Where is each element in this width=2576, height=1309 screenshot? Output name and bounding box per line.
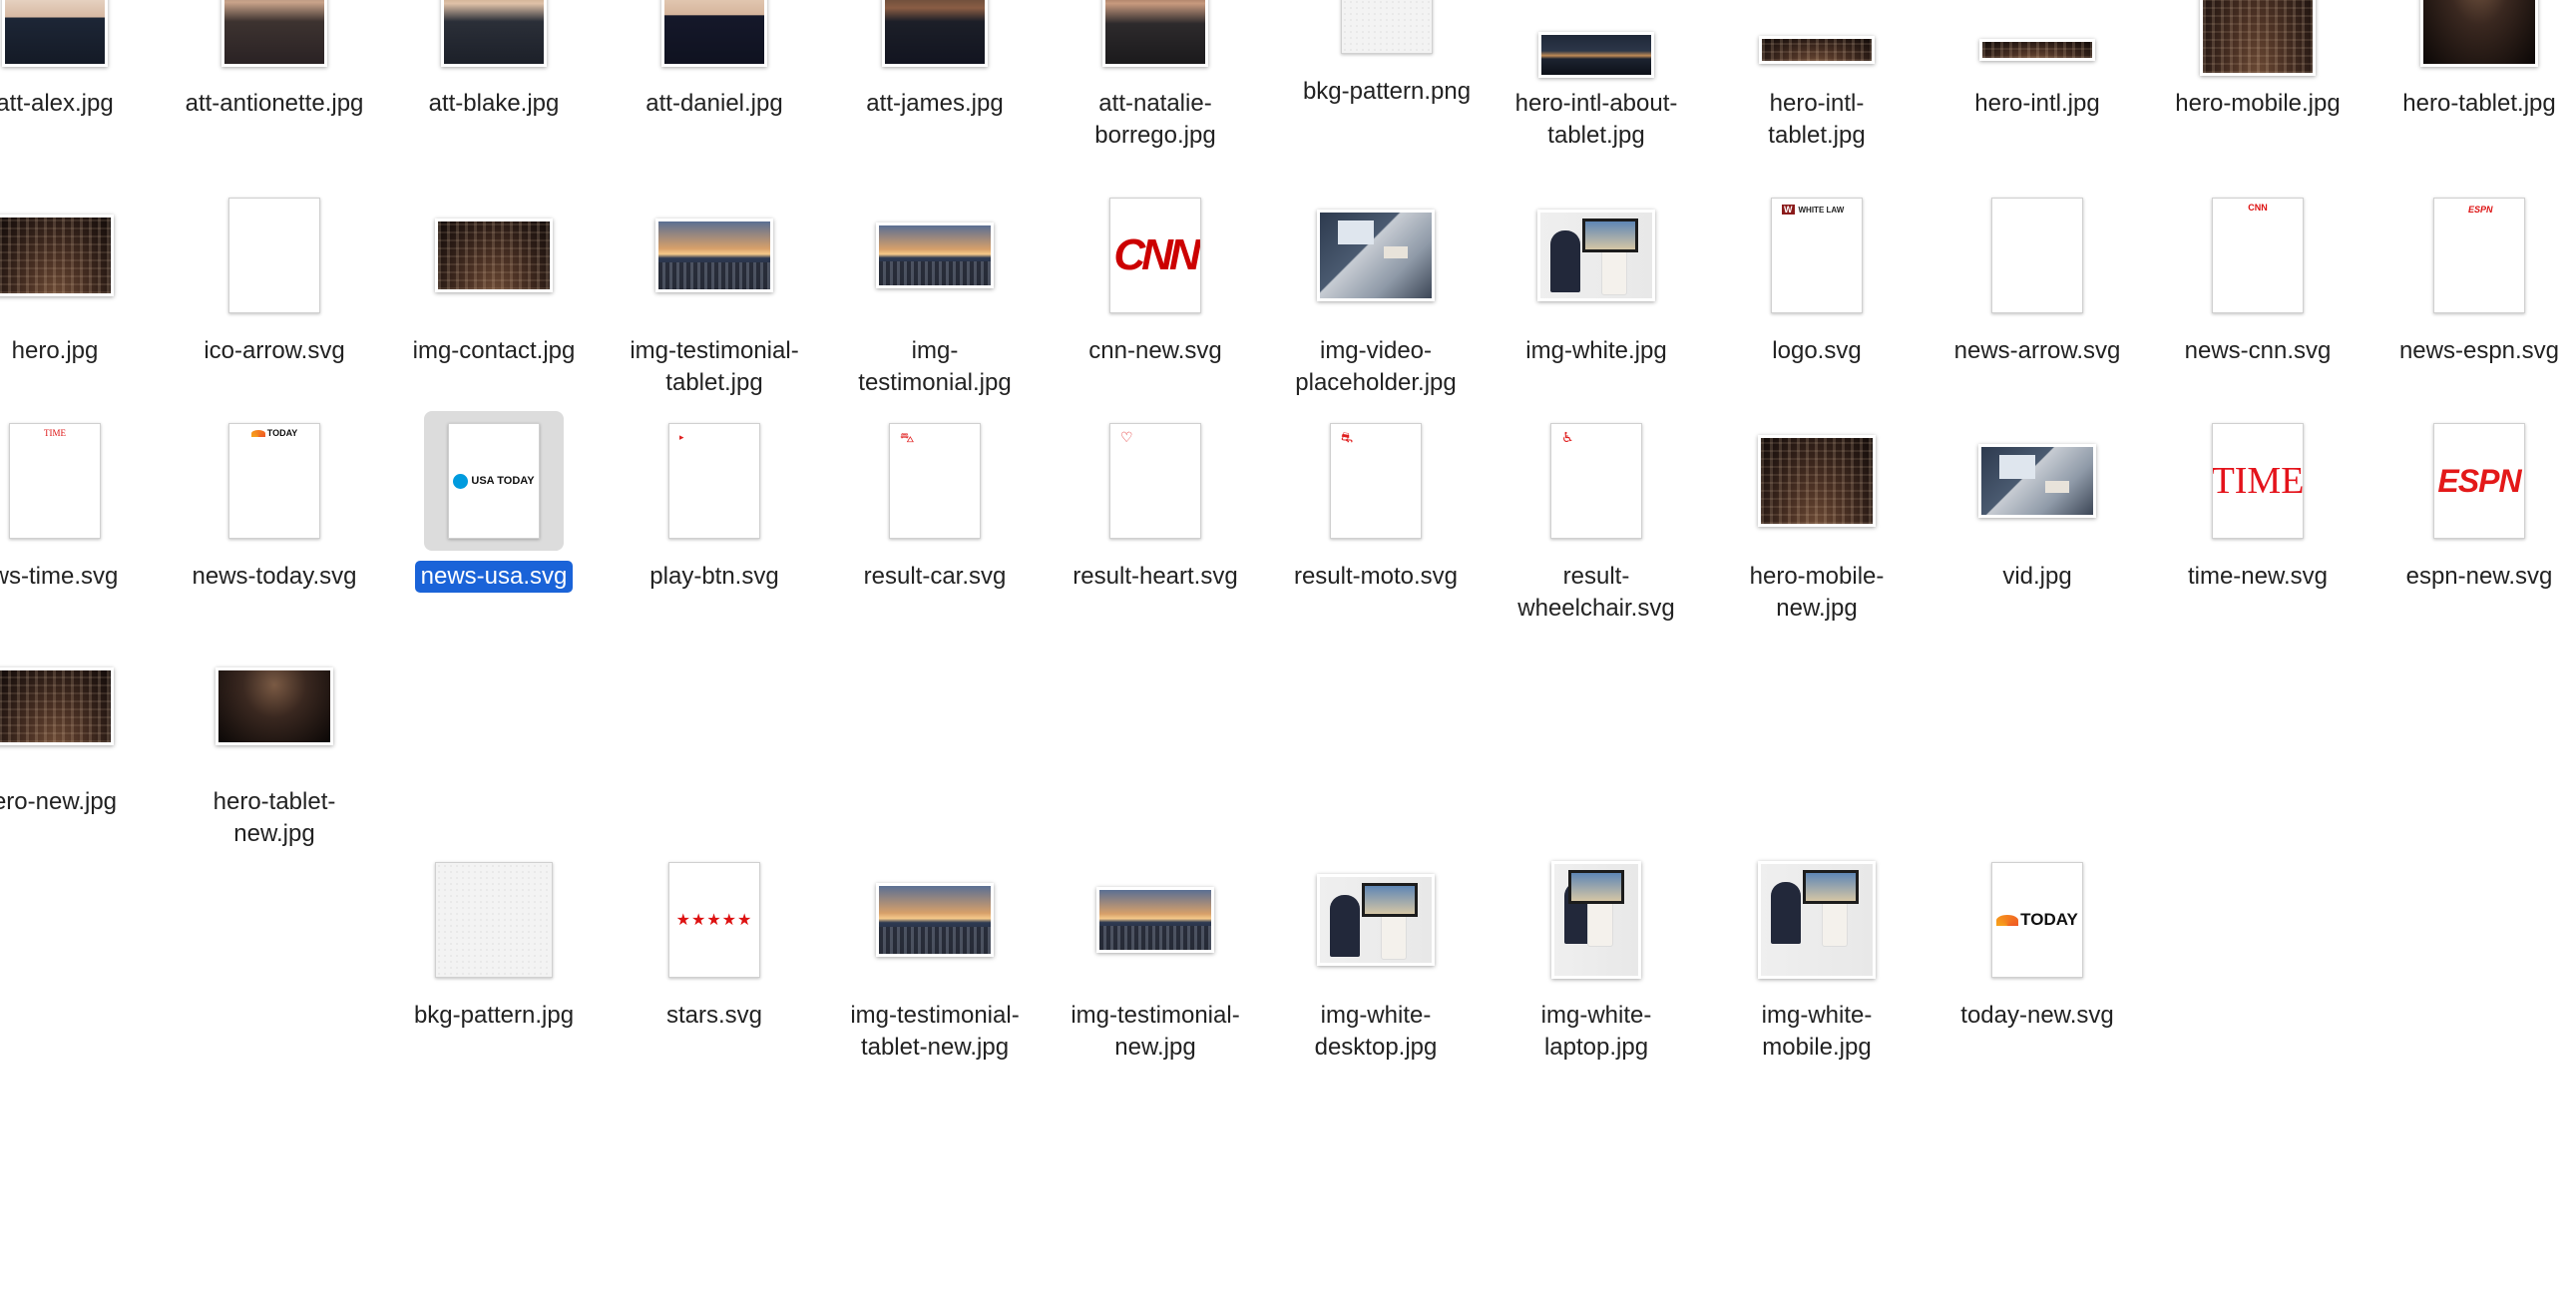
heart-icon: ♡	[1109, 423, 1201, 539]
file-name-label: bkg-pattern.png	[1302, 78, 1472, 105]
photo-icon	[1538, 32, 1654, 78]
photo-icon	[1317, 210, 1435, 301]
file-name-label: img-video- placeholder.jpg	[1295, 337, 1457, 396]
image-icon	[1341, 0, 1433, 54]
espn-logo-icon: ESPN	[2433, 198, 2525, 313]
file-name-label: ero-new.jpg	[0, 788, 118, 815]
file-name-label: news-arrow.svg	[1953, 337, 2121, 364]
file-icon-grid: att-alex.jpg att-antionette.jpg att-blak…	[0, 0, 2576, 1309]
photo-icon	[655, 218, 773, 292]
file-name-label: result-car.svg	[863, 563, 1007, 590]
photo-icon	[435, 218, 553, 292]
file-name-label: img-white- laptop.jpg	[1540, 1002, 1652, 1061]
file-name-label: att-james.jpg	[866, 90, 1004, 117]
file-name-label: img-white- desktop.jpg	[1314, 1002, 1438, 1061]
file-name-label: ws-time.svg	[0, 563, 119, 590]
file-name-label: att-antionette.jpg	[185, 90, 364, 117]
file-name-label: cnn-new.svg	[1088, 337, 1222, 364]
cnn-logo-icon: CNN	[1109, 198, 1201, 313]
photo-icon	[0, 215, 114, 296]
photo-icon	[1978, 444, 2096, 518]
photo-icon	[1759, 36, 1875, 64]
photo-icon	[1758, 861, 1876, 979]
file-name-label: hero-tablet- new.jpg	[213, 788, 336, 847]
photo-icon	[215, 667, 333, 745]
file-name-label: img-white- mobile.jpg	[1761, 1002, 1873, 1061]
file-name-label: att-blake.jpg	[428, 90, 560, 117]
file-name-label: hero-tablet.jpg	[2402, 90, 2556, 117]
time-logo-icon: TIME	[9, 423, 101, 539]
file-name-label: result-heart.svg	[1073, 563, 1238, 590]
car-icon: ⛍	[889, 423, 981, 539]
file-name-label: img-testimonial- tablet-new.jpg	[850, 1002, 1020, 1061]
file-name-label: news-today.svg	[192, 563, 357, 590]
photo-icon	[1979, 39, 2095, 61]
file-name-label: img-testimonial- tablet.jpg	[630, 337, 799, 396]
usa-today-logo-icon: USA TODAY	[448, 423, 540, 539]
file-name-label: hero-intl-about- tablet.jpg	[1514, 90, 1678, 149]
file-name-label: news-usa.svg	[414, 561, 574, 593]
file-name-label: hero-intl- tablet.jpg	[1768, 90, 1866, 149]
photo-icon	[1096, 887, 1214, 953]
file-name-label: img- testimonial.jpg	[858, 337, 1012, 396]
today-logo-icon: TODAY	[228, 423, 320, 539]
photo-icon	[882, 0, 988, 67]
file-name-label: time-new.svg	[2187, 563, 2329, 590]
photo-icon	[1551, 861, 1641, 979]
file-name-label: result-moto.svg	[1293, 563, 1459, 590]
file-name-label: play-btn.svg	[649, 563, 779, 590]
file-name-label: hero.jpg	[11, 337, 99, 364]
photo-icon	[221, 0, 327, 67]
espn-logo-icon: ESPN	[2433, 423, 2525, 539]
file-name-label: img-white.jpg	[1525, 337, 1667, 364]
image-icon	[435, 862, 553, 978]
file-name-label: news-espn.svg	[2398, 337, 2560, 364]
file-name-label: logo.svg	[1772, 337, 1862, 364]
time-logo-icon: TIME	[2212, 423, 2304, 539]
photo-icon	[441, 0, 547, 67]
photo-icon	[0, 667, 114, 745]
photo-icon	[876, 883, 994, 957]
photo-icon	[876, 222, 994, 288]
photo-icon	[1758, 435, 1876, 527]
photo-icon	[1317, 874, 1435, 966]
white-law-logo-icon: W WHITE LAW	[1771, 198, 1863, 313]
file-name-label: stars.svg	[665, 1002, 763, 1029]
file-name-label: ico-arrow.svg	[204, 337, 345, 364]
file-name-label: hero-mobile- new.jpg	[1749, 563, 1885, 622]
svg-document-icon	[1991, 198, 2083, 313]
today-logo-icon: TODAY	[1991, 862, 2083, 978]
file-name-label: img-contact.jpg	[412, 337, 576, 364]
photo-icon	[661, 0, 767, 67]
file-name-label: img-testimonial- new.jpg	[1071, 1002, 1240, 1061]
photo-icon	[1537, 210, 1655, 301]
file-name-label: vid.jpg	[2002, 563, 2072, 590]
photo-icon	[1102, 0, 1208, 67]
photo-icon	[2200, 0, 2316, 76]
file-name-label: hero-mobile.jpg	[2175, 90, 2341, 117]
cnn-logo-icon: CNN	[2212, 198, 2304, 313]
wheelchair-icon: ♿	[1550, 423, 1642, 539]
file-name-label: result- wheelchair.svg	[1517, 563, 1675, 622]
photo-icon	[2420, 0, 2538, 67]
file-name-label: att-daniel.jpg	[645, 90, 783, 117]
svg-document-icon	[228, 198, 320, 313]
file-name-label: espn-new.svg	[2405, 563, 2553, 590]
file-name-label: hero-intl.jpg	[1974, 90, 2100, 117]
stars-icon: ★★★★★	[668, 862, 760, 978]
file-name-label: att-natalie- borrego.jpg	[1094, 90, 1216, 149]
file-name-label: today-new.svg	[1960, 1002, 2114, 1029]
file-name-label: bkg-pattern.jpg	[413, 1002, 575, 1029]
play-icon: ▸	[668, 423, 760, 539]
file-name-label: att-alex.jpg	[0, 90, 114, 117]
file-name-label: news-cnn.svg	[2184, 337, 2332, 364]
photo-icon	[2, 0, 108, 67]
motorcycle-icon: ⛐	[1330, 423, 1422, 539]
